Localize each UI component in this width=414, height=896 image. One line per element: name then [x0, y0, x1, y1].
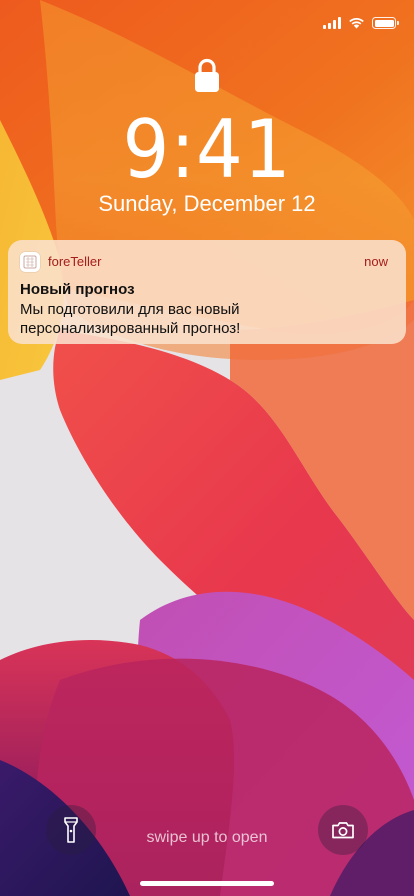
notification-body: Мы подготовили для вас новый персонализи… [20, 301, 241, 337]
home-indicator[interactable] [140, 881, 274, 886]
notification-app-name: foreTeller [48, 254, 102, 269]
notification-card[interactable]: foreTeller now Новый прогноз Мы подготов… [8, 240, 406, 344]
battery-fill [374, 19, 394, 27]
notification-time: now [364, 254, 388, 269]
camera-button[interactable] [318, 805, 368, 855]
lock-icon [195, 58, 219, 92]
status-bar [323, 14, 399, 32]
lock-screen-date: Sunday, December 12 [98, 191, 316, 216]
lock-screen-time: 9:41 [122, 103, 292, 196]
wifi-icon [349, 17, 364, 29]
notification-title: Новый прогноз [20, 281, 135, 298]
battery-icon [372, 17, 399, 29]
camera-icon [332, 822, 354, 839]
foreteller-app-icon [20, 252, 40, 272]
cellular-signal-icon [323, 17, 341, 29]
